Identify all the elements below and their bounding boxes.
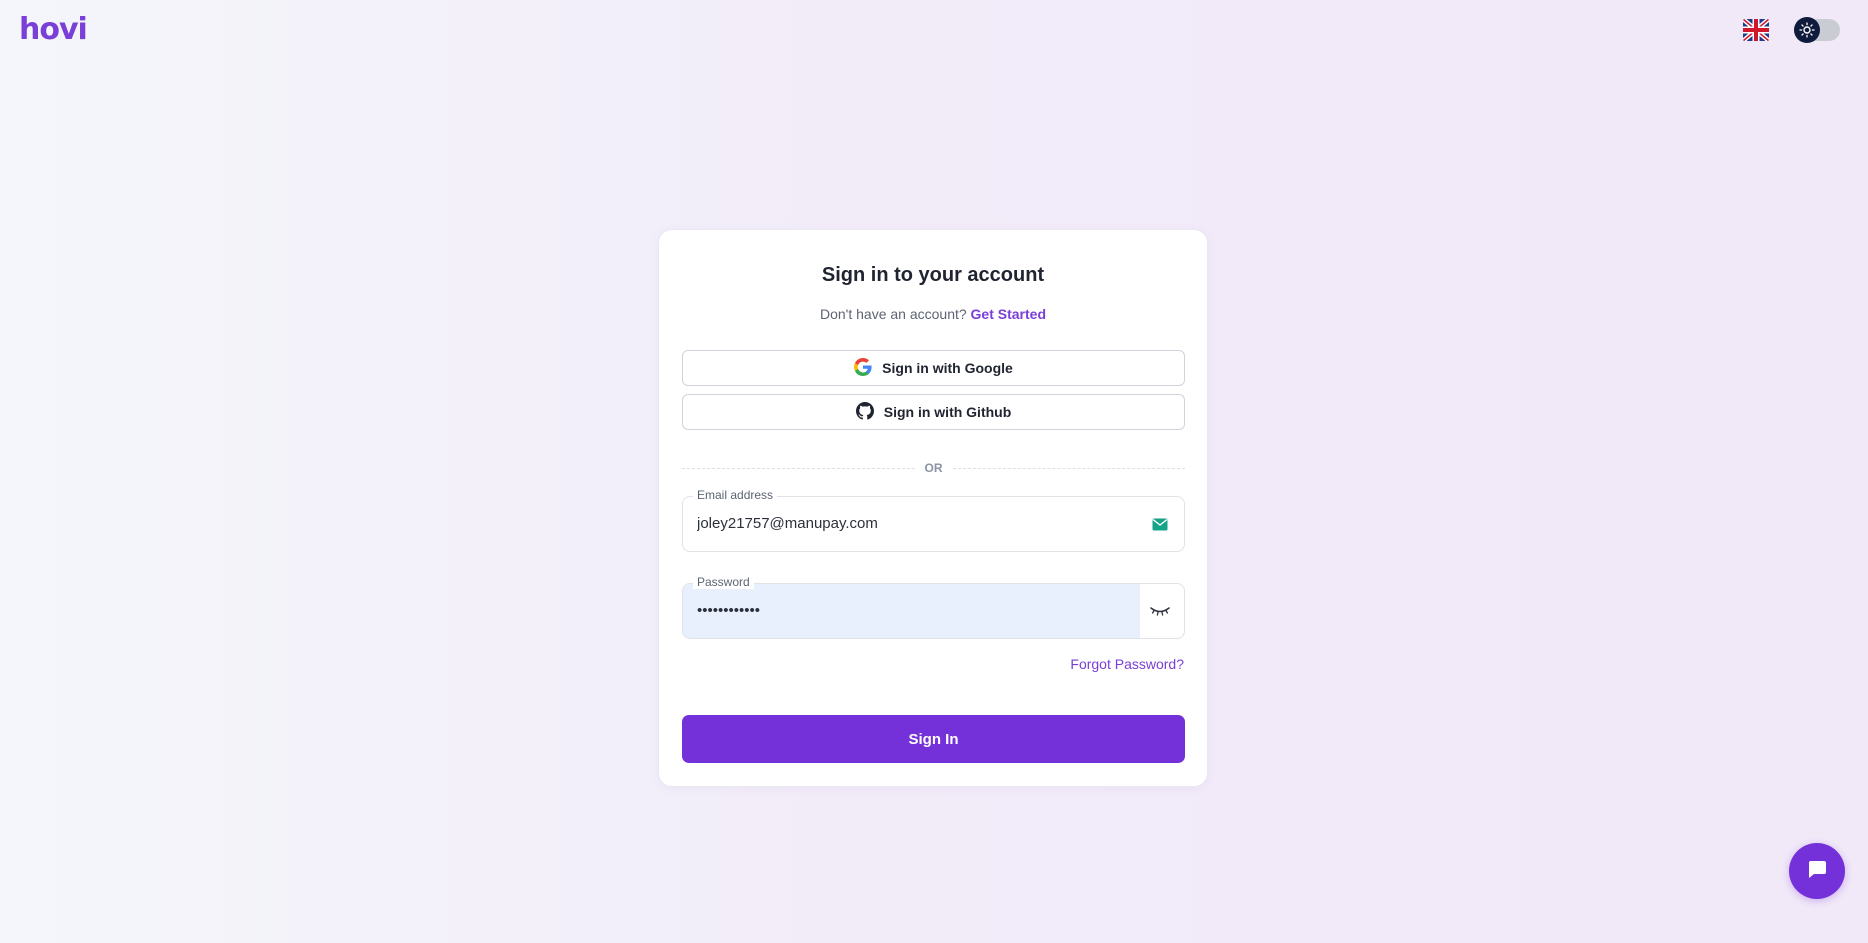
hovi-logo[interactable]: hovi (19, 12, 88, 47)
sun-icon (1794, 17, 1820, 43)
sign-in-button[interactable]: Sign In (682, 715, 1185, 763)
uk-flag-icon[interactable] (1743, 19, 1769, 41)
email-field[interactable]: Email address (682, 488, 1185, 552)
google-signin-button[interactable]: Sign in with Google (682, 350, 1185, 386)
github-signin-label: Sign in with Github (883, 404, 1012, 420)
password-field[interactable]: Password •••••••••••• (682, 575, 1185, 639)
eye-closed-icon[interactable] (1150, 602, 1170, 620)
mail-check-icon (1150, 515, 1170, 533)
signup-prompt-text: Don't have an account? (819, 306, 967, 322)
or-divider-text: OR (924, 461, 943, 475)
github-signin-button[interactable]: Sign in with Github (682, 394, 1185, 430)
page-title: Sign in to your account (821, 264, 1045, 286)
or-divider: OR (682, 461, 1185, 475)
google-icon (854, 357, 872, 379)
signup-prompt: Don't have an account? Get Started (659, 306, 1207, 322)
google-signin-label: Sign in with Google (882, 360, 1013, 376)
forgot-password-link[interactable]: Forgot Password? (1070, 656, 1184, 672)
chat-widget-button[interactable] (1789, 843, 1845, 899)
chat-bubble-icon (1805, 857, 1829, 886)
theme-toggle[interactable] (1794, 17, 1840, 43)
password-input[interactable]: •••••••••••• (697, 584, 1137, 638)
github-icon (855, 401, 874, 423)
get-started-link[interactable]: Get Started (971, 306, 1046, 322)
signin-card: Sign in to your account Don't have an ac… (658, 229, 1208, 787)
email-input[interactable] (697, 497, 1137, 551)
